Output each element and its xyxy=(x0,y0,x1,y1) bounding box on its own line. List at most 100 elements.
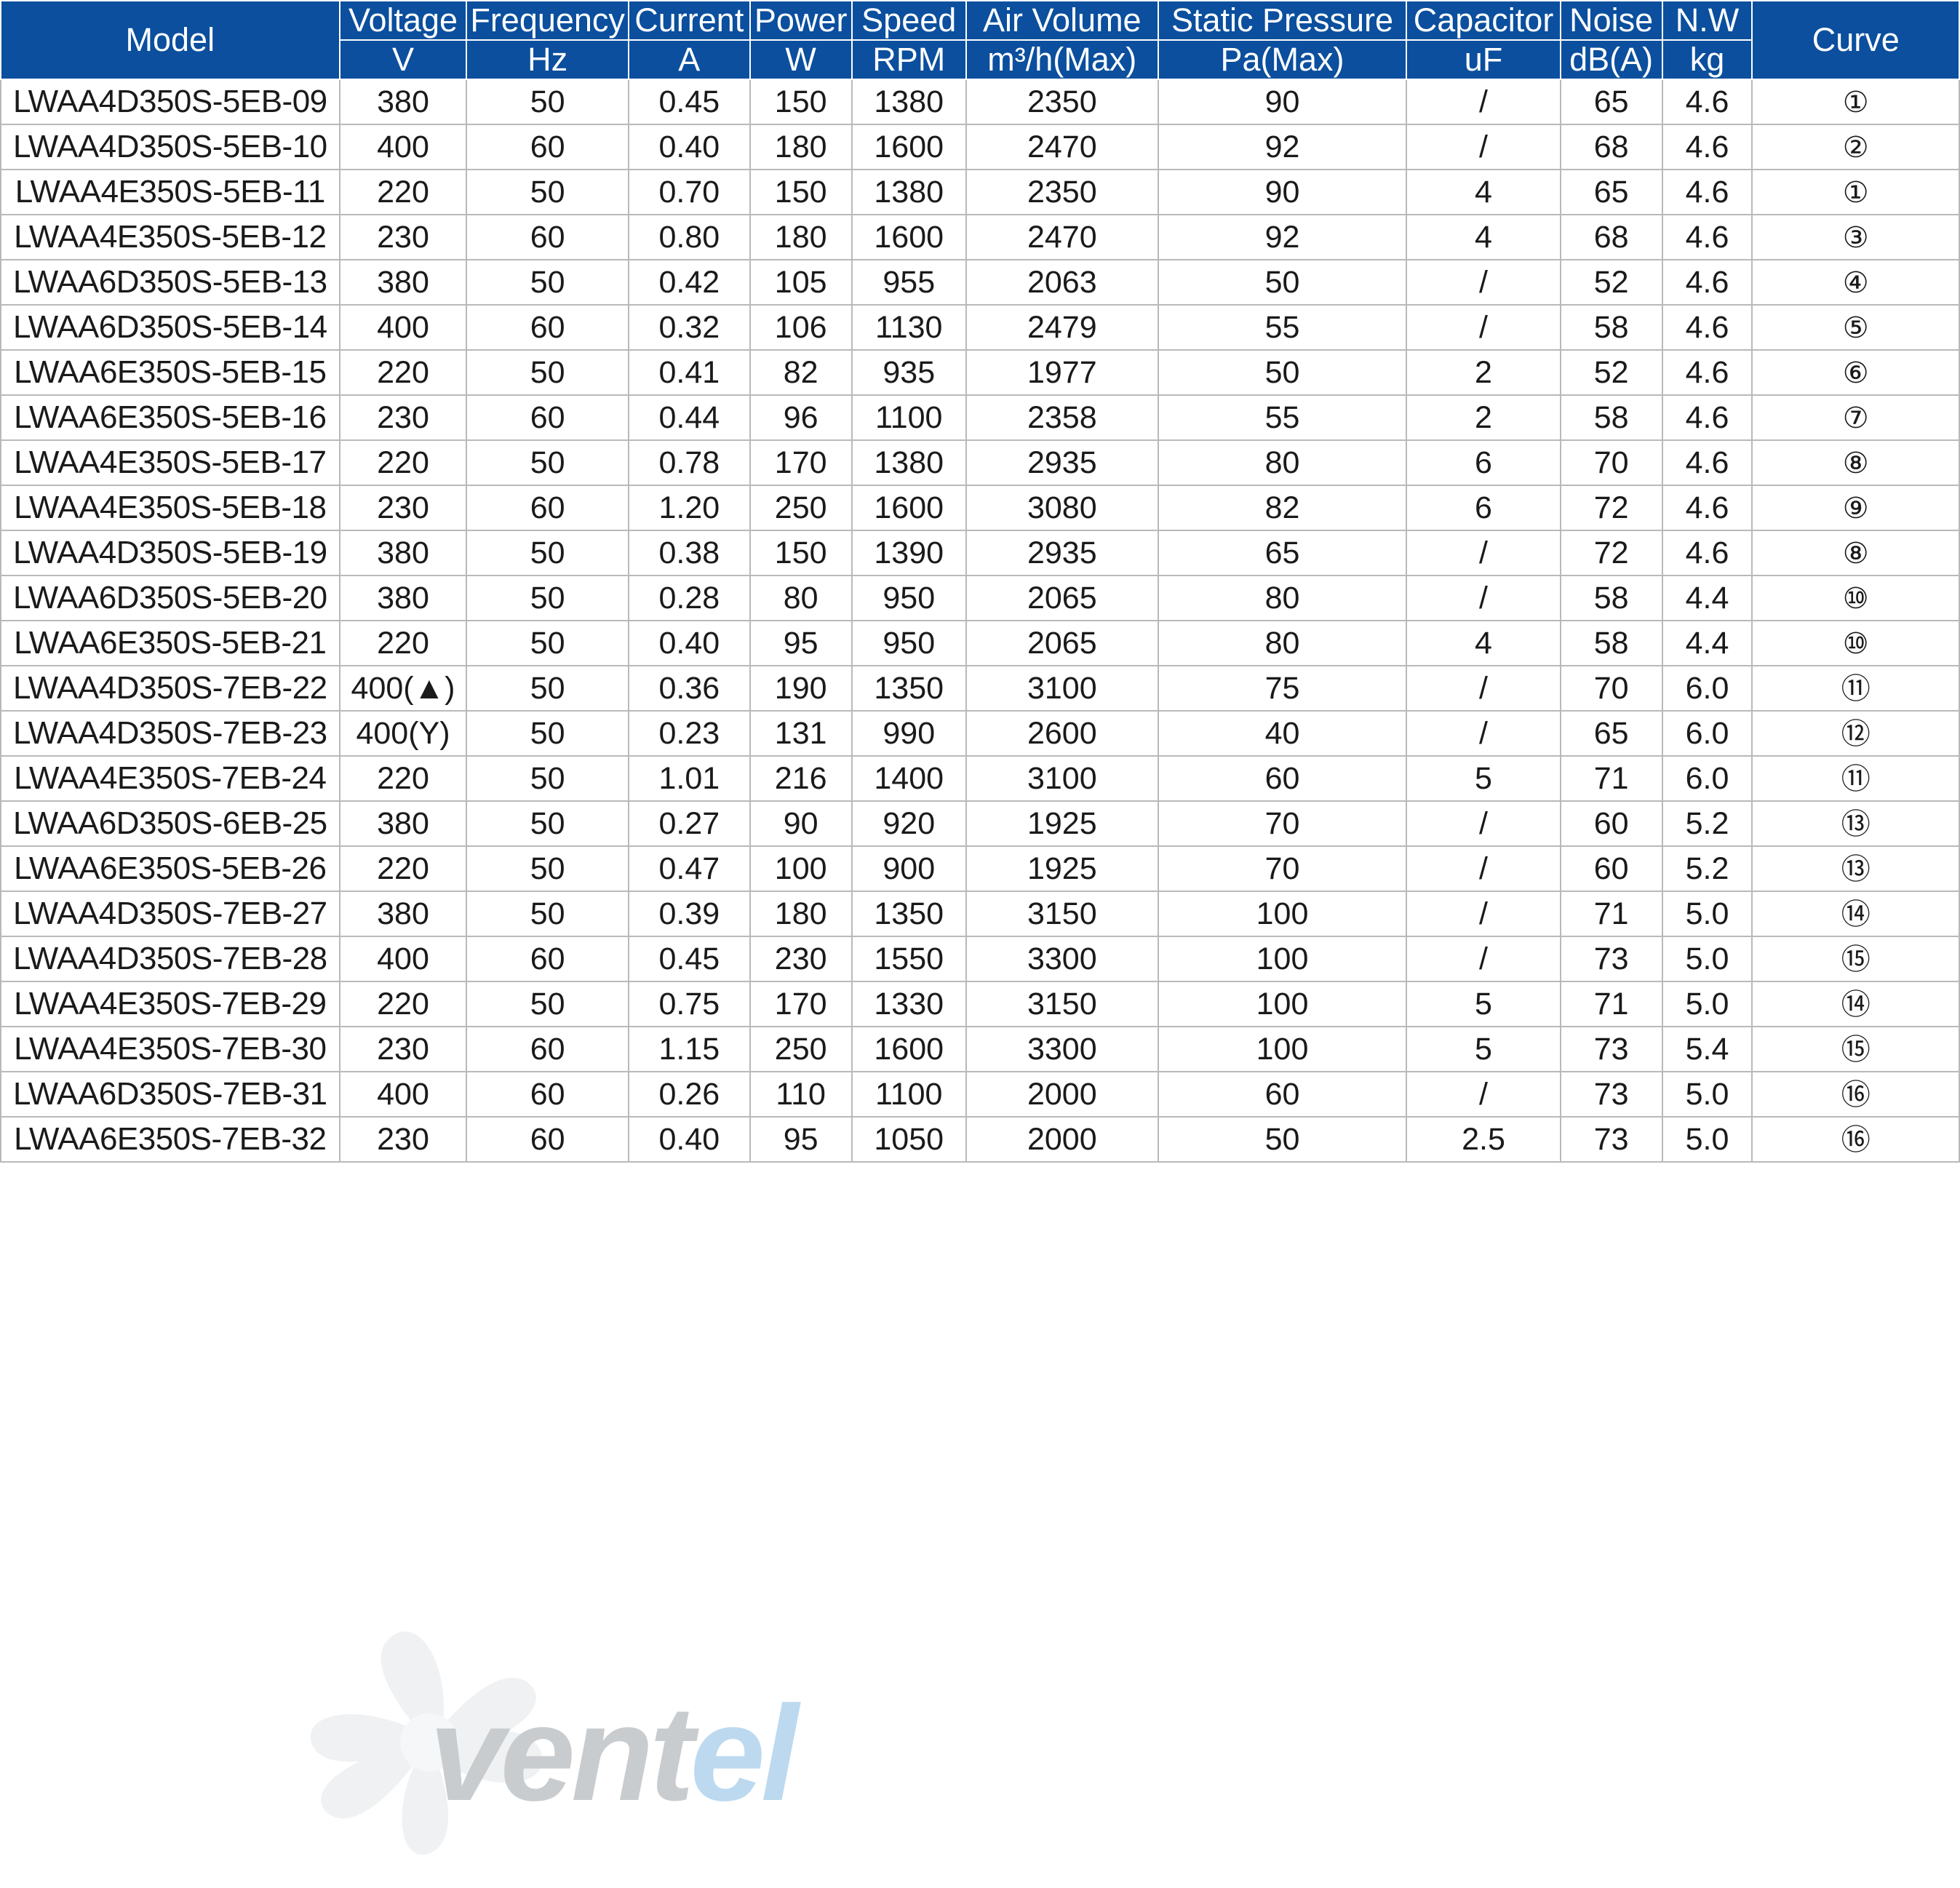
cell-nw: 5.2 xyxy=(1661,800,1753,847)
table-row: LWAA4E350S-5EB-12 230 60 0.80 180 1600 2470 92 4… xyxy=(0,214,1960,260)
table-row: LWAA4D350S-5EB-09 380 50 0.45 150 1380 2350 90/… xyxy=(0,79,1960,125)
cell-speed: 1390 xyxy=(850,530,967,576)
cell-power: 80 xyxy=(749,575,853,621)
cell-power: 150 xyxy=(749,169,853,215)
cell-current: 1.20 xyxy=(627,485,751,531)
cell-air: 2470 xyxy=(965,124,1159,170)
cell-nw: 4.6 xyxy=(1661,439,1753,486)
cell-frequency: 50 xyxy=(466,79,629,125)
cell-nw: 4.6 xyxy=(1661,530,1753,576)
cell-current: 0.36 xyxy=(627,665,751,712)
cell-model: LWAA4D350S-7EB-27 xyxy=(0,891,340,937)
cell-speed: 1130 xyxy=(850,304,967,351)
column-header-nw: N.W xyxy=(1661,0,1753,41)
cell-curve: ⑫ xyxy=(1751,710,1960,757)
curve-marker: ⑬ xyxy=(1841,853,1871,885)
cell-voltage: 220 xyxy=(338,620,468,666)
cell-voltage: 380 xyxy=(338,800,468,847)
cell-voltage: 380 xyxy=(338,259,468,306)
column-unit-air-volume: m³/h(Max) xyxy=(965,39,1159,80)
cell-nw: 5.0 xyxy=(1661,1071,1753,1118)
cell-model: LWAA4D350S-7EB-22 xyxy=(0,665,340,712)
cell-voltage: 230 xyxy=(338,214,468,260)
cell-air: 2350 xyxy=(965,169,1159,215)
column-header-speed: Speed xyxy=(850,0,967,41)
table-row: LWAA4D350S-7EB-28 400 60 0.45 230 1550 3300 100… xyxy=(0,936,1960,982)
column-unit-nw: kg xyxy=(1661,39,1753,80)
cell-static: 90 xyxy=(1157,79,1408,125)
cell-voltage: 380 xyxy=(338,891,468,937)
cell-capacitor: 5 xyxy=(1406,755,1561,802)
cell-power: 250 xyxy=(749,1026,853,1072)
cell-frequency: 50 xyxy=(466,439,629,486)
cell-capacitor: 4 xyxy=(1406,620,1561,666)
cell-static: 55 xyxy=(1157,304,1408,351)
cell-curve: ⑬ xyxy=(1751,845,1960,892)
cell-current: 0.44 xyxy=(627,394,751,441)
cell-static: 100 xyxy=(1157,981,1408,1027)
curve-marker: ⑪ xyxy=(1841,672,1871,705)
cell-model: LWAA4E350S-5EB-18 xyxy=(0,485,340,531)
curve-marker: ③ xyxy=(1842,221,1869,254)
cell-air: 1925 xyxy=(965,845,1159,892)
cell-power: 106 xyxy=(749,304,853,351)
cell-noise: 52 xyxy=(1559,259,1663,306)
cell-air: 1925 xyxy=(965,800,1159,847)
cell-voltage: 380 xyxy=(338,79,468,125)
cell-static: 100 xyxy=(1157,936,1408,982)
cell-voltage: 220 xyxy=(338,349,468,396)
cell-capacitor: / xyxy=(1406,665,1561,712)
cell-static: 92 xyxy=(1157,214,1408,260)
cell-power: 150 xyxy=(749,530,853,576)
table-row: LWAA6D350S-6EB-25 380 50 0.27 90 920 1925 70/60… xyxy=(0,800,1960,847)
cell-static: 60 xyxy=(1157,755,1408,802)
spec-table-container: ventel Model Voltage Frequency Current P… xyxy=(0,0,1960,1888)
cell-speed: 1350 xyxy=(850,891,967,937)
cell-frequency: 50 xyxy=(466,710,629,757)
cell-current: 0.27 xyxy=(627,800,751,847)
cell-curve: ⑩ xyxy=(1751,575,1960,621)
cell-capacitor: / xyxy=(1406,936,1561,982)
curve-marker: ⑨ xyxy=(1842,492,1869,525)
cell-frequency: 60 xyxy=(466,1026,629,1072)
cell-nw: 5.0 xyxy=(1661,891,1753,937)
cell-voltage: 230 xyxy=(338,394,468,441)
cell-voltage: 400 xyxy=(338,1071,468,1118)
cell-current: 0.78 xyxy=(627,439,751,486)
cell-current: 0.80 xyxy=(627,214,751,260)
cell-capacitor: 4 xyxy=(1406,214,1561,260)
cell-noise: 70 xyxy=(1559,439,1663,486)
cell-frequency: 50 xyxy=(466,755,629,802)
cell-static: 100 xyxy=(1157,1026,1408,1072)
cell-noise: 72 xyxy=(1559,530,1663,576)
cell-air: 3300 xyxy=(965,936,1159,982)
cell-noise: 71 xyxy=(1559,891,1663,937)
cell-capacitor: / xyxy=(1406,575,1561,621)
cell-model: LWAA4E350S-7EB-24 xyxy=(0,755,340,802)
cell-frequency: 60 xyxy=(466,936,629,982)
column-unit-static-pressure: Pa(Max) xyxy=(1157,39,1408,80)
cell-power: 100 xyxy=(749,845,853,892)
cell-power: 190 xyxy=(749,665,853,712)
cell-model: LWAA4D350S-5EB-19 xyxy=(0,530,340,576)
cell-power: 110 xyxy=(749,1071,853,1118)
cell-capacitor: 5 xyxy=(1406,981,1561,1027)
curve-marker: ② xyxy=(1842,131,1869,164)
cell-air: 2470 xyxy=(965,214,1159,260)
cell-capacitor: / xyxy=(1406,79,1561,125)
cell-model: LWAA6E350S-5EB-21 xyxy=(0,620,340,666)
cell-curve: ⑩ xyxy=(1751,620,1960,666)
cell-capacitor: 6 xyxy=(1406,485,1561,531)
column-unit-power: W xyxy=(749,39,853,80)
cell-noise: 52 xyxy=(1559,349,1663,396)
cell-noise: 71 xyxy=(1559,755,1663,802)
cell-current: 0.41 xyxy=(627,349,751,396)
curve-marker: ⑬ xyxy=(1841,808,1871,840)
table-row: LWAA4D350S-7EB-27 380 50 0.39 180 1350 3150 100… xyxy=(0,891,1960,937)
curve-marker: ⑧ xyxy=(1842,537,1869,570)
cell-power: 90 xyxy=(749,800,853,847)
cell-curve: ⑦ xyxy=(1751,394,1960,441)
cell-noise: 70 xyxy=(1559,665,1663,712)
cell-current: 0.23 xyxy=(627,710,751,757)
table-row: LWAA4E350S-7EB-24 220 50 1.01 216 1400 3100 60 5… xyxy=(0,755,1960,802)
